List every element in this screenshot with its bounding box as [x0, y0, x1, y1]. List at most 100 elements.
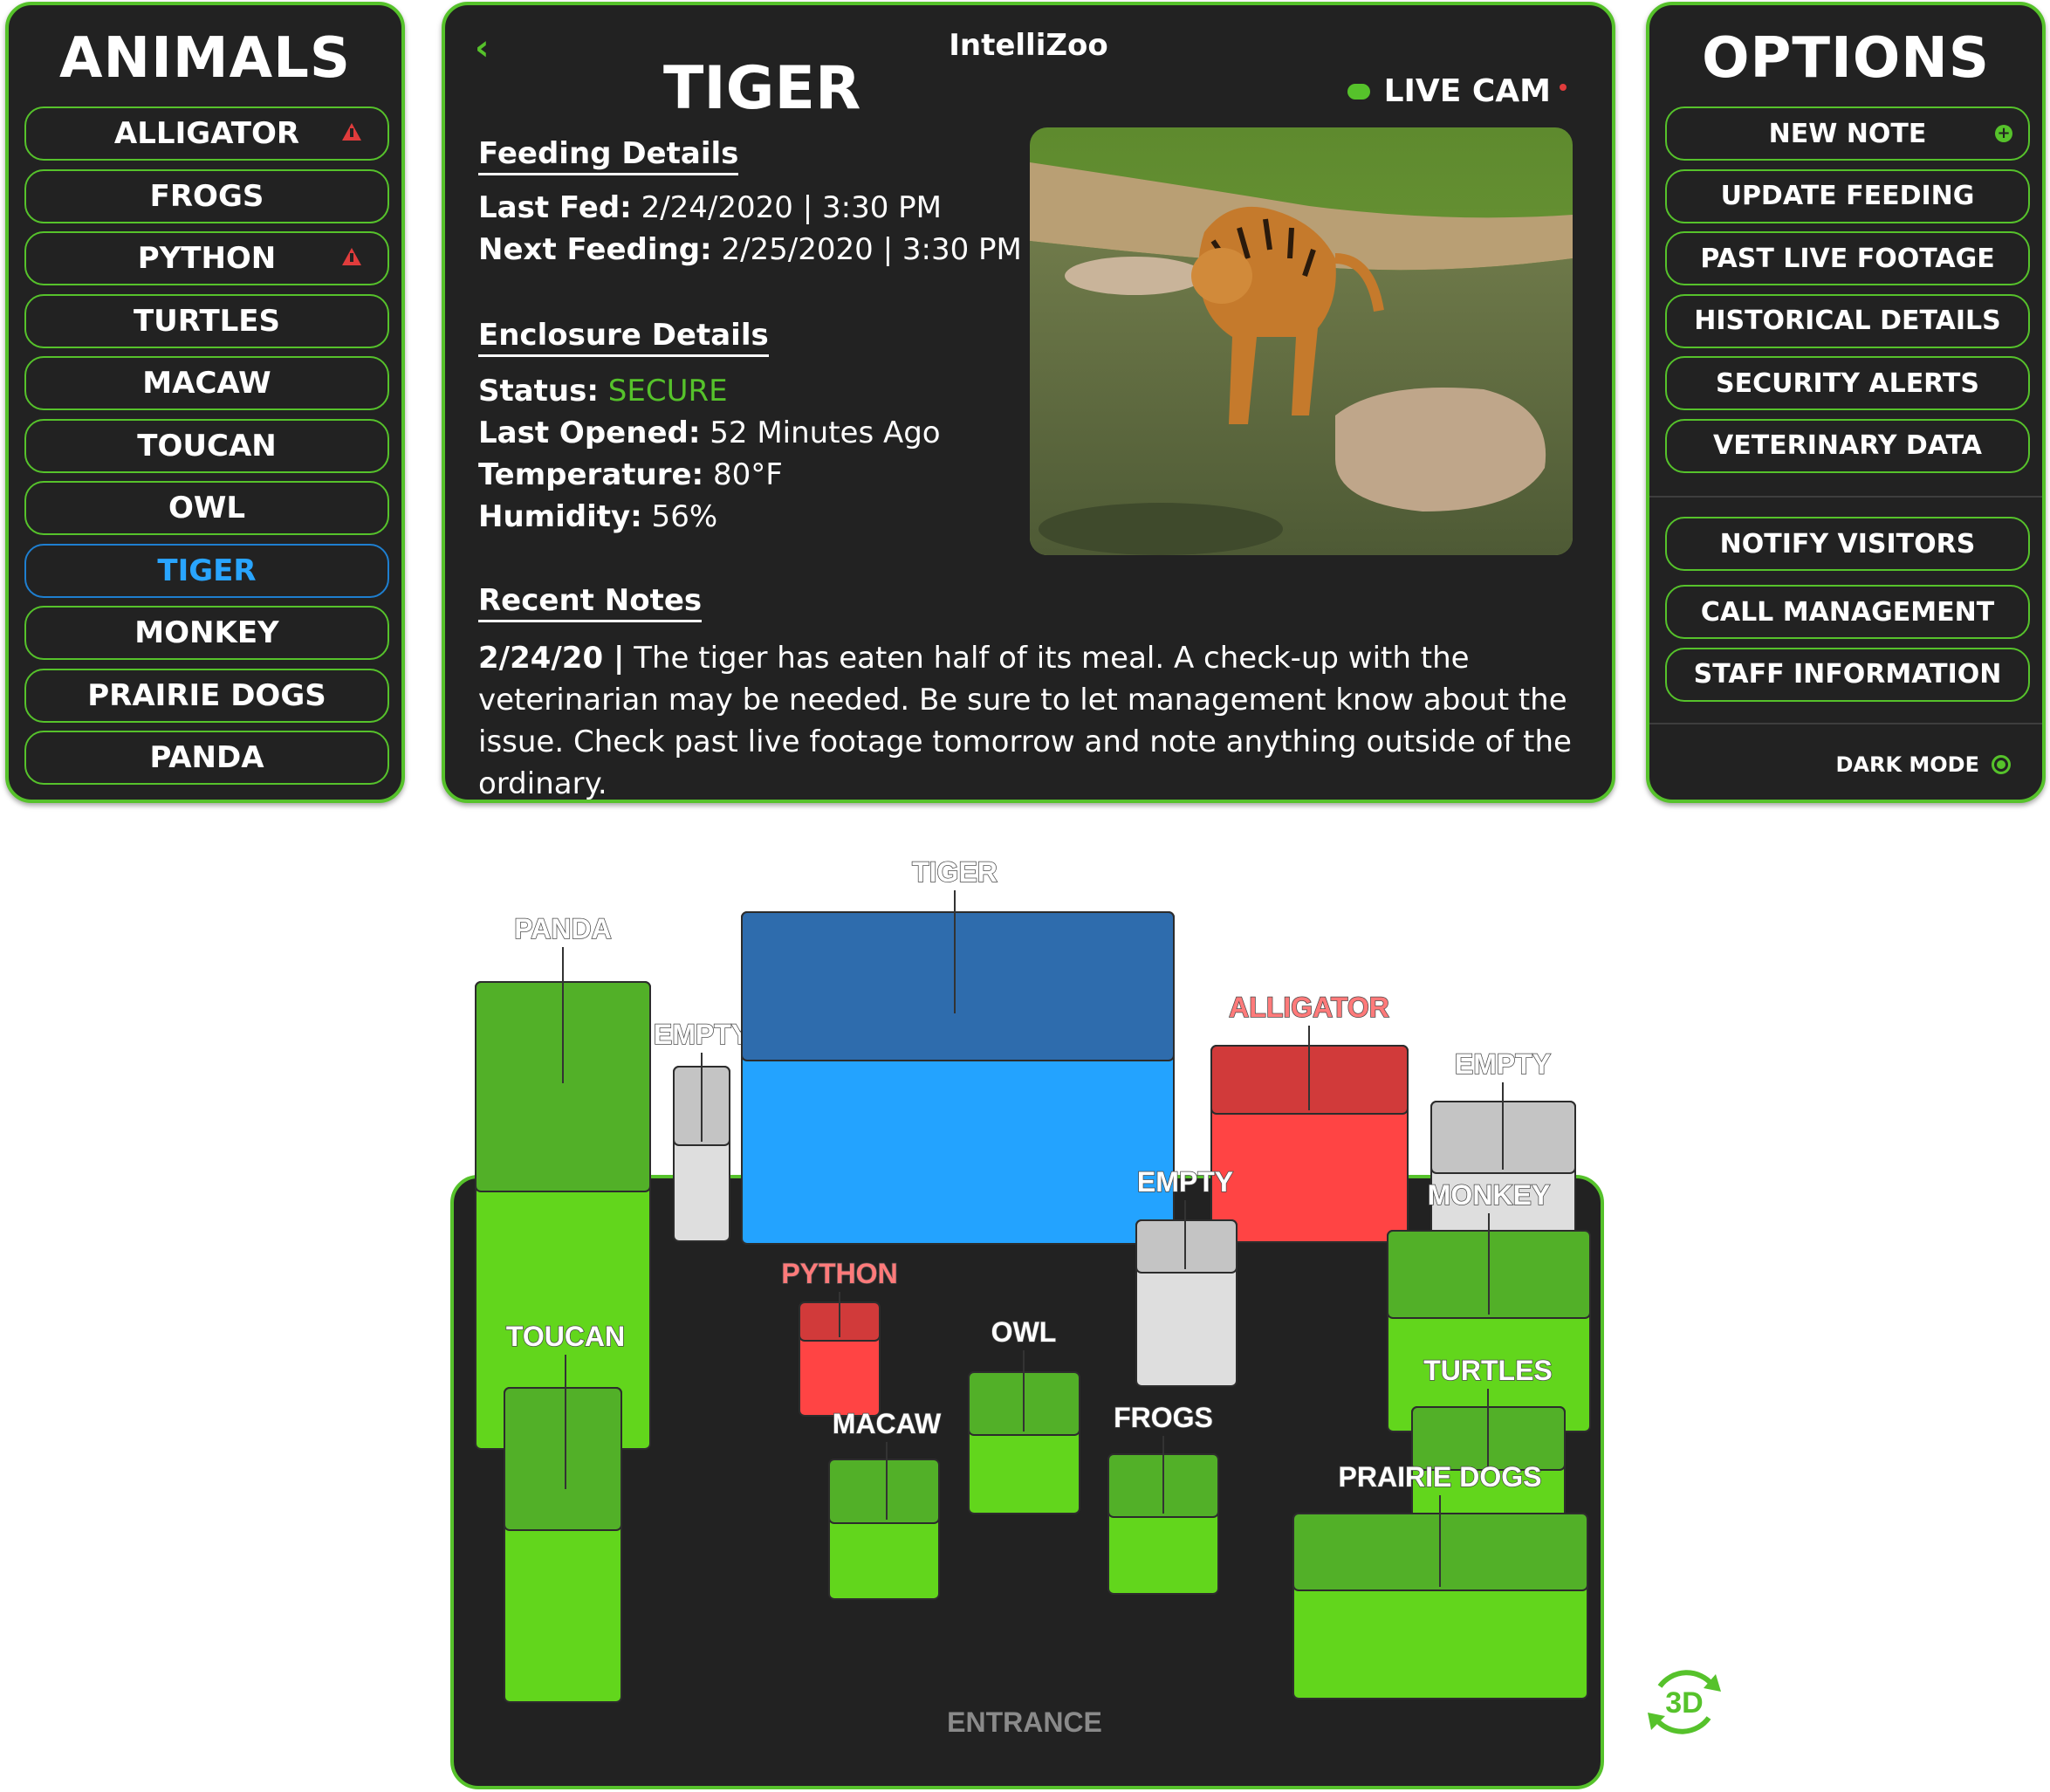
enclosure-label: MONKEY	[1428, 1179, 1550, 1211]
enclosure-alligator[interactable]: ALLIGATOR	[1210, 991, 1409, 1243]
new-note-button[interactable]: NEW NOTE +	[1665, 106, 2030, 161]
temperature-label: Temperature:	[478, 457, 704, 492]
note-date: 2/24/20 |	[478, 641, 625, 676]
radio-on-icon	[1992, 755, 2011, 774]
app-title: IntelliZoo	[949, 28, 1108, 63]
status-label: Status:	[478, 374, 599, 409]
animal-item-label: MONKEY	[134, 615, 279, 650]
enclosure-label: PRAIRIE DOGS	[1339, 1461, 1542, 1493]
note-text: The tiger has eaten half of its meal. A …	[478, 641, 1572, 801]
enclosure-python[interactable]: PYTHON	[781, 1257, 898, 1417]
button-label: VETERINARY DATA	[1712, 430, 1983, 461]
humidity-label: Humidity:	[478, 499, 642, 534]
last-opened: Last Opened: 52 Minutes Ago	[478, 415, 941, 450]
enclosure-turtles[interactable]: TURTLES	[1411, 1354, 1566, 1530]
enclosure-label: PYTHON	[781, 1258, 897, 1289]
divider	[1649, 723, 2042, 724]
enclosure-label: TURTLES	[1423, 1355, 1553, 1386]
button-label: PAST LIVE FOOTAGE	[1700, 243, 1995, 274]
button-label: HISTORICAL DETAILS	[1694, 306, 2001, 336]
animal-item-label: MACAW	[142, 366, 271, 401]
notify-visitors-button[interactable]: NOTIFY VISITORS	[1665, 517, 2030, 571]
next-feeding-label: Next Feeding:	[478, 232, 712, 267]
zoo-map: PANDA EMPTY TIGER ALLIGATOR EMPTY EMPTY MONKEY…	[450, 855, 1604, 1789]
live-cam-feed[interactable]	[1030, 127, 1573, 555]
enclosure-label: EMPTY	[654, 1019, 750, 1050]
dark-mode-toggle[interactable]: DARK MODE	[1835, 752, 2011, 777]
button-label: NOTIFY VISITORS	[1719, 528, 1976, 560]
animal-item-label: PYTHON	[137, 241, 277, 276]
live-cam-label: LIVE CAM	[1383, 73, 1551, 109]
enclosure-tiger[interactable]: TIGER	[741, 855, 1175, 1245]
security-alerts-button[interactable]: SECURITY ALERTS	[1665, 356, 2030, 410]
button-label: STAFF INFORMATION	[1693, 659, 2002, 690]
last-fed-value: 2/24/2020 | 3:30 PM	[631, 190, 942, 225]
live-cam-indicator[interactable]: LIVE CAM	[1347, 73, 1567, 109]
animal-item-prairie-dogs[interactable]: PRAIRIE DOGS	[24, 668, 389, 723]
historical-details-button[interactable]: HISTORICAL DETAILS	[1665, 293, 2030, 348]
enclosure-heading: Enclosure Details	[478, 318, 769, 357]
animal-item-label: TURTLES	[133, 303, 281, 339]
call-management-button[interactable]: CALL MANAGEMENT	[1665, 585, 2030, 639]
entrance-label: ENTRANCE	[947, 1706, 1102, 1738]
animal-item-label: TIGER	[157, 553, 257, 588]
animal-item-toucan[interactable]: TOUCAN	[24, 418, 389, 473]
animal-detail-panel: ‹ IntelliZoo TIGER LIVE CAM Feeding Deta…	[442, 2, 1615, 803]
warning-icon	[342, 123, 361, 141]
humidity-value: 56%	[641, 499, 718, 534]
options-list-secondary: NOTIFY VISITORS CALL MANAGEMENT STAFF IN…	[1665, 517, 2030, 710]
enclosure-roof	[1135, 1219, 1238, 1274]
button-label: SECURITY ALERTS	[1715, 367, 1980, 399]
animal-item-macaw[interactable]: MACAW	[24, 356, 389, 410]
enclosure-label: OWL	[991, 1316, 1057, 1348]
enclosure-frogs[interactable]: FROGS	[1107, 1401, 1219, 1595]
animal-item-label: OWL	[168, 491, 246, 525]
next-feeding-value: 2/25/2020 | 3:30 PM	[711, 232, 1022, 267]
animal-item-frogs[interactable]: FROGS	[24, 168, 389, 223]
enclosure-label: MACAW	[833, 1408, 942, 1439]
animal-item-alligator[interactable]: ALLIGATOR	[24, 106, 389, 161]
last-opened-label: Last Opened:	[478, 415, 701, 450]
status-value: SECURE	[598, 374, 728, 409]
animal-item-panda[interactable]: PANDA	[24, 731, 389, 785]
last-fed: Last Fed: 2/24/2020 | 3:30 PM	[478, 190, 942, 225]
enclosure-macaw[interactable]: MACAW	[828, 1407, 943, 1600]
enclosure-label: FROGS	[1114, 1402, 1213, 1433]
enclosure-label: TIGER	[912, 856, 998, 888]
animal-item-python[interactable]: PYTHON	[24, 231, 389, 285]
animal-item-label: ALLIGATOR	[113, 116, 300, 151]
enclosure-label: EMPTY	[1137, 1166, 1233, 1198]
veterinary-data-button[interactable]: VETERINARY DATA	[1665, 418, 2030, 473]
animal-item-label: PRAIRIE DOGS	[87, 677, 326, 713]
cloud-icon	[1347, 83, 1370, 100]
enclosure-roof	[504, 1387, 622, 1531]
animal-list: ALLIGATOR FROGS PYTHON TURTLES MACAW TOU…	[24, 106, 389, 793]
animal-item-turtles[interactable]: TURTLES	[24, 293, 389, 348]
animals-title: ANIMALS	[59, 26, 351, 91]
options-panel: OPTIONS NEW NOTE + UPDATE FEEDING PAST LI…	[1646, 2, 2046, 803]
options-list-primary: NEW NOTE + UPDATE FEEDING PAST LIVE FOOTA…	[1665, 106, 2030, 481]
warning-icon	[342, 248, 361, 265]
staff-information-button[interactable]: STAFF INFORMATION	[1665, 647, 2030, 702]
past-live-footage-button[interactable]: PAST LIVE FOOTAGE	[1665, 231, 2030, 285]
enclosure-label: EMPTY	[1455, 1048, 1551, 1080]
animal-item-tiger[interactable]: TIGER	[24, 543, 389, 598]
update-feeding-button[interactable]: UPDATE FEEDING	[1665, 168, 2030, 223]
button-label: NEW NOTE	[1768, 118, 1927, 149]
toggle-3d-button[interactable]: 3D	[1642, 1660, 1726, 1744]
enclosure-roof	[828, 1459, 940, 1524]
plus-icon: +	[1995, 125, 2012, 142]
animal-item-owl[interactable]: OWL	[24, 481, 389, 535]
enclosure-label: ALLIGATOR	[1229, 992, 1389, 1023]
enclosure-empty[interactable]: EMPTY	[1430, 1047, 1576, 1242]
animal-item-monkey[interactable]: MONKEY	[24, 606, 389, 660]
last-opened-value: 52 Minutes Ago	[700, 415, 941, 450]
feeding-heading: Feeding Details	[478, 136, 739, 175]
animals-panel: ANIMALS ALLIGATOR FROGS PYTHON TURTLES M…	[5, 2, 405, 803]
status: Status: SECURE	[478, 374, 728, 409]
button-label: CALL MANAGEMENT	[1700, 596, 1995, 628]
enclosure-panda[interactable]: PANDA	[475, 912, 651, 1450]
enclosure-label: PANDA	[514, 913, 611, 944]
last-fed-label: Last Fed:	[478, 190, 632, 225]
temperature: Temperature: 80°F	[478, 457, 783, 492]
